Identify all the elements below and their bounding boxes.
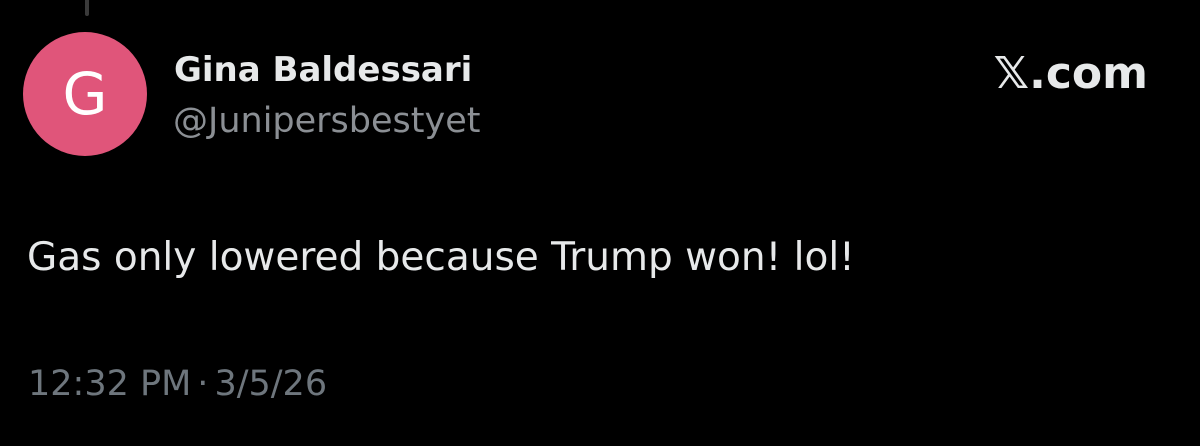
post-timestamp[interactable]: 12:32 PM · 3/5/26 — [28, 362, 327, 406]
post-time: 12:32 PM — [28, 364, 192, 404]
author-display-name[interactable]: Gina Baldessari — [174, 50, 472, 90]
avatar-initial: G — [62, 60, 108, 128]
avatar[interactable]: G — [23, 32, 147, 156]
post-text: Gas only lowered because Trump won! lol! — [27, 235, 855, 280]
thread-connector-line — [85, 0, 89, 16]
post-card: G Gina Baldessari @Junipersbestyet 𝕏.com… — [0, 0, 1200, 446]
author-handle[interactable]: @Junipersbestyet — [173, 100, 480, 142]
post-date: 3/5/26 — [214, 364, 328, 404]
meta-separator: · — [197, 364, 209, 404]
x-logo-icon: 𝕏.com — [993, 48, 1148, 99]
